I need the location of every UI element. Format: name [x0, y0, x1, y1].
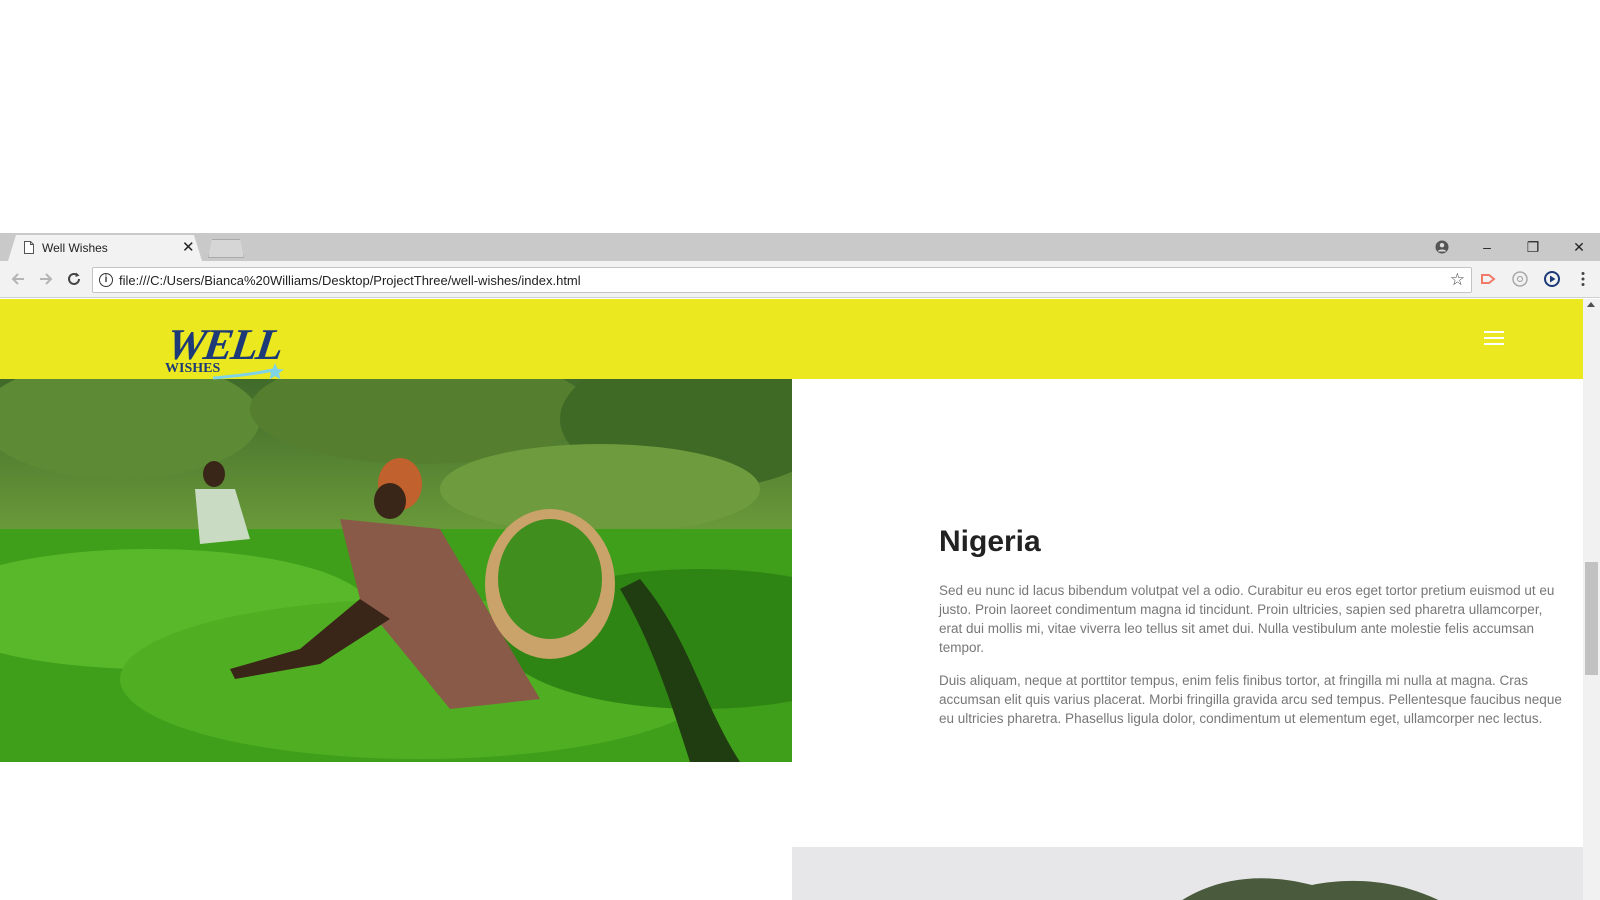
landscape-illustration [792, 847, 1583, 900]
scrollbar-thumb[interactable] [1585, 562, 1598, 675]
tab-close-icon[interactable]: ✕ [182, 238, 195, 256]
section-paragraph: Sed eu nunc id lacus bibendum volutpat v… [939, 583, 1555, 655]
url-text: file:///C:/Users/Bianca%20Williams/Deskt… [119, 273, 581, 288]
forward-icon[interactable] [37, 270, 55, 288]
menu-dots-icon[interactable] [1574, 270, 1592, 288]
country-title: Nigeria [939, 525, 1041, 558]
hamburger-menu-icon[interactable] [1484, 331, 1504, 347]
vertical-scrollbar[interactable] [1583, 299, 1600, 900]
blank-area [0, 0, 1600, 233]
tea-field-illustration [0, 379, 792, 762]
close-window-icon[interactable]: ✕ [1569, 237, 1589, 257]
extension-icon[interactable] [1511, 270, 1529, 288]
info-icon[interactable]: i [99, 273, 113, 287]
reload-icon[interactable] [65, 270, 83, 288]
tab-title: Well Wishes [42, 241, 108, 255]
country-section: Nigeria Sed eu nunc id lacus bibendum vo… [939, 525, 1567, 742]
landscape-photo [792, 847, 1583, 900]
bookmark-star-icon[interactable]: ☆ [1450, 270, 1465, 290]
page-viewport: WELL WISHES Nigeria Sed eu nunc id lacus… [0, 299, 1583, 900]
new-tab-button[interactable] [208, 239, 244, 258]
tea-farmers-photo [0, 379, 792, 762]
browser-tab[interactable]: Well Wishes ✕ [8, 235, 202, 261]
shooting-star-icon [213, 363, 284, 380]
scroll-up-arrow-icon[interactable] [1587, 302, 1595, 307]
site-logo[interactable]: WELL WISHES [163, 320, 285, 387]
section-paragraph: Duis aliquam, neque at porttitor tempus,… [939, 673, 1562, 726]
restore-icon[interactable]: ❐ [1523, 237, 1543, 257]
logo-wishes-text: WISHES [165, 361, 221, 376]
play-extension-icon[interactable] [1543, 270, 1561, 288]
profile-icon[interactable] [1432, 237, 1452, 257]
cast-extension-icon[interactable] [1479, 270, 1497, 288]
address-bar[interactable]: i file:///C:/Users/Bianca%20Williams/Des… [92, 267, 1472, 293]
minimize-icon[interactable]: – [1477, 237, 1497, 257]
page-icon [24, 241, 34, 254]
browser-tabstrip: Well Wishes ✕ [0, 233, 1600, 261]
back-icon[interactable] [9, 270, 27, 288]
